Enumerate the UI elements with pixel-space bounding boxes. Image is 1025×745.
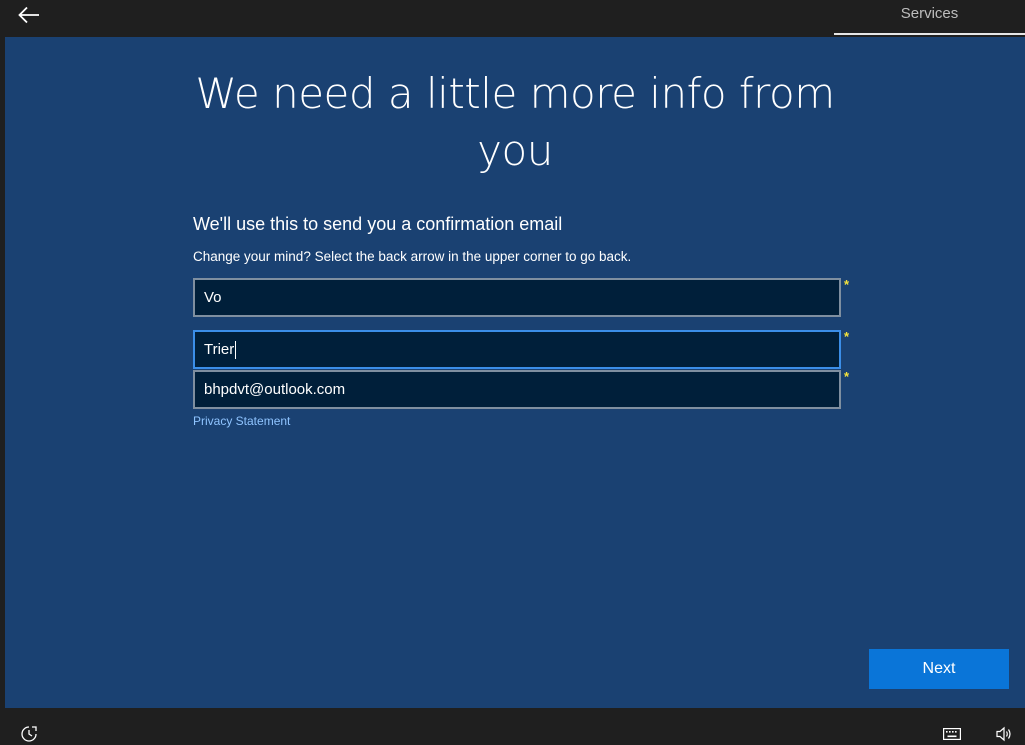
email-field[interactable]: bhpdvt@outlook.com <box>193 370 841 409</box>
arrow-left-icon <box>18 6 39 24</box>
main-panel: We need a little more info from you We'l… <box>5 37 1025 708</box>
bottom-bar <box>0 708 1025 745</box>
first-name-value: Vo <box>204 289 222 306</box>
subtitle: We'll use this to send you a confirmatio… <box>193 214 563 234</box>
required-asterisk: * <box>844 329 850 344</box>
hint-text: Change your mind? Select the back arrow … <box>193 249 632 264</box>
top-bar: Services <box>0 0 1025 35</box>
email-value: bhpdvt@outlook.com <box>204 381 346 398</box>
tab-services: Services <box>834 0 1025 35</box>
required-asterisk: * <box>844 369 850 384</box>
keyboard-icon[interactable] <box>943 728 961 740</box>
volume-icon[interactable] <box>995 726 1013 742</box>
page-title-text: We need a little more info from you <box>195 69 835 175</box>
ease-of-access-icon[interactable] <box>20 725 38 743</box>
next-button[interactable]: Next <box>869 649 1009 689</box>
back-button[interactable] <box>14 2 44 28</box>
first-name-field[interactable]: Vo <box>193 278 841 317</box>
text-caret <box>235 340 237 359</box>
page-title: We need a little more info from you <box>5 65 1025 179</box>
oobe-window: Services We need a little more info from… <box>0 0 1025 745</box>
privacy-statement-link[interactable]: Privacy Statement <box>193 414 290 428</box>
required-asterisk: * <box>844 277 850 292</box>
last-name-value: Trier <box>204 341 235 358</box>
last-name-field[interactable]: Trier <box>193 330 841 369</box>
